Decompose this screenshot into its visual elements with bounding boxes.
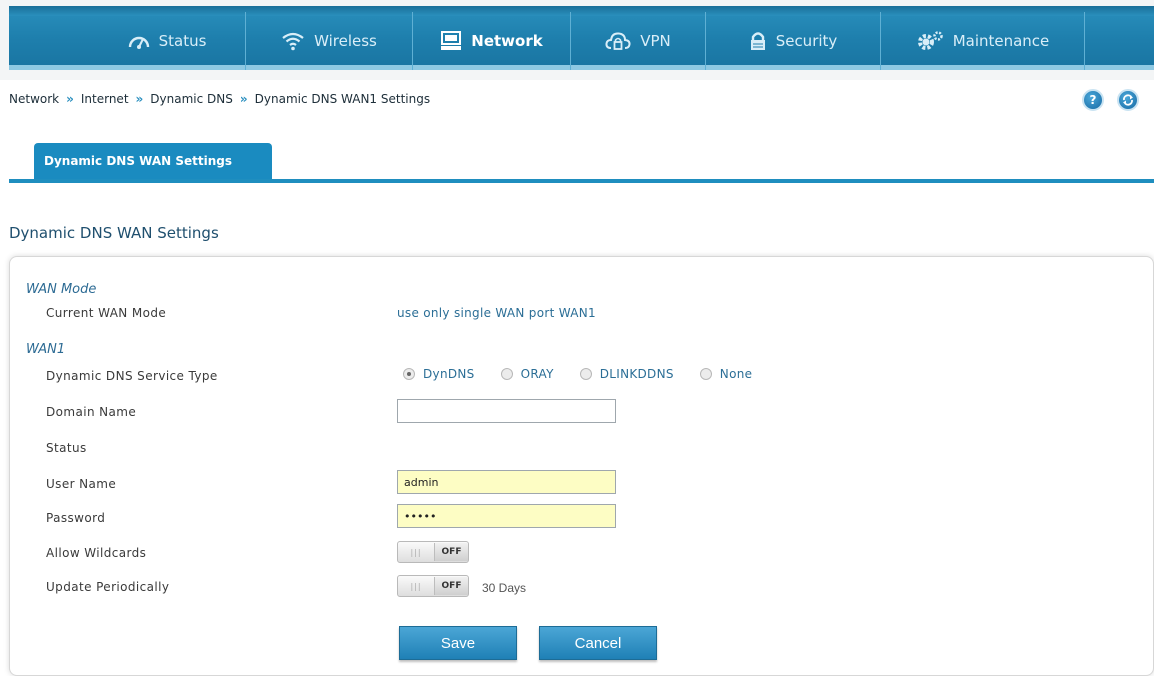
padlock-icon: [750, 32, 765, 50]
radio-label-oray: ORAY: [520, 367, 554, 381]
password-label: Password: [46, 511, 106, 525]
radio-button[interactable]: [699, 368, 712, 380]
nav-label-security: Security: [775, 32, 838, 50]
breadcrumb-separator: »: [66, 92, 74, 106]
radio-button[interactable]: [579, 368, 592, 380]
breadcrumb-item-network[interactable]: Network: [9, 92, 59, 106]
current-wan-mode-label: Current WAN Mode: [46, 306, 167, 320]
refresh-arrows-icon: [1123, 94, 1133, 106]
status-label: Status: [46, 441, 87, 455]
nav-item-maintenance[interactable]: Maintenance: [880, 12, 1085, 70]
nav-bar: Status Wireless Network VPN Security Mai…: [9, 6, 1154, 70]
tab-dynamic-dns-wan-settings[interactable]: Dynamic DNS WAN Settings: [34, 143, 272, 179]
cancel-button[interactable]: Cancel: [539, 626, 657, 660]
radio-oray[interactable]: ORAY: [500, 367, 554, 381]
group-label-wan-mode: WAN Mode: [26, 282, 97, 297]
gears-icon: [917, 31, 943, 50]
tab-bar: Dynamic DNS WAN Settings: [9, 143, 1154, 183]
speedometer-icon: [128, 36, 149, 49]
nav-item-status[interactable]: Status: [89, 12, 245, 70]
radio-button[interactable]: [500, 368, 513, 380]
radio-none[interactable]: None: [699, 367, 753, 381]
radio-dyndns[interactable]: DynDNS: [403, 367, 475, 381]
nav-item-wireless[interactable]: Wireless: [245, 12, 412, 70]
service-type-radio-group: DynDNS ORAY DLINKDDNS None: [403, 367, 778, 381]
current-wan-mode-value: use only single WAN port WAN1: [397, 306, 596, 320]
section-title: Dynamic DNS WAN Settings: [9, 224, 219, 242]
user-name-input[interactable]: [397, 470, 616, 494]
breadcrumb-item-dynamic-dns[interactable]: Dynamic DNS: [150, 92, 233, 106]
radio-button-checked[interactable]: [403, 368, 415, 380]
password-input[interactable]: [397, 504, 616, 528]
nav-item-network[interactable]: Network: [412, 12, 570, 70]
nav-item-vpn[interactable]: VPN: [570, 12, 705, 70]
breadcrumb-separator: »: [239, 92, 248, 106]
radio-label-none: None: [719, 367, 753, 381]
save-button[interactable]: Save: [399, 626, 517, 660]
breadcrumb: Network » Internet » Dynamic DNS » Dynamic DNS…: [9, 92, 430, 106]
user-name-label: User Name: [46, 477, 117, 491]
toggle-grip: |||: [410, 581, 422, 591]
radio-dlinkddns[interactable]: DLINKDDNS: [579, 367, 674, 381]
domain-name-input[interactable]: [397, 399, 616, 423]
nav-label-status: Status: [158, 32, 207, 50]
monitor-icon: [441, 31, 462, 50]
update-periodically-toggle[interactable]: ||| OFF: [397, 575, 469, 597]
breadcrumb-item-current: Dynamic DNS WAN1 Settings: [254, 92, 431, 106]
help-icon-glyph: ?: [1089, 93, 1097, 107]
nav-label-vpn: VPN: [640, 32, 671, 50]
breadcrumb-item-internet[interactable]: Internet: [81, 92, 129, 106]
wifi-icon: [282, 32, 304, 51]
update-periodically-label: Update Periodically: [46, 580, 170, 594]
toggle-state: OFF: [434, 577, 468, 595]
radio-label-dyndns: DynDNS: [423, 367, 475, 381]
help-icon[interactable]: ?: [1082, 89, 1104, 111]
toggle-grip: |||: [410, 547, 422, 557]
nav-label-wireless: Wireless: [314, 32, 377, 50]
nav-label-network: Network: [471, 32, 543, 50]
update-period-days: 30 Days: [482, 581, 527, 595]
service-type-label: Dynamic DNS Service Type: [46, 369, 218, 383]
nav-label-maintenance: Maintenance: [952, 32, 1050, 50]
domain-name-label: Domain Name: [46, 405, 137, 419]
allow-wildcards-toggle[interactable]: ||| OFF: [397, 541, 469, 563]
group-label-wan1: WAN1: [26, 342, 66, 357]
cloud-lock-icon: [605, 32, 631, 50]
refresh-icon[interactable]: [1117, 89, 1139, 111]
allow-wildcards-label: Allow Wildcards: [46, 546, 147, 560]
radio-label-dlinkddns: DLINKDDNS: [599, 367, 674, 381]
toggle-state: OFF: [434, 543, 468, 561]
top-navigation: Status Wireless Network VPN Security Mai…: [0, 0, 1154, 80]
breadcrumb-separator: »: [135, 92, 144, 106]
nav-item-security[interactable]: Security: [705, 12, 880, 70]
